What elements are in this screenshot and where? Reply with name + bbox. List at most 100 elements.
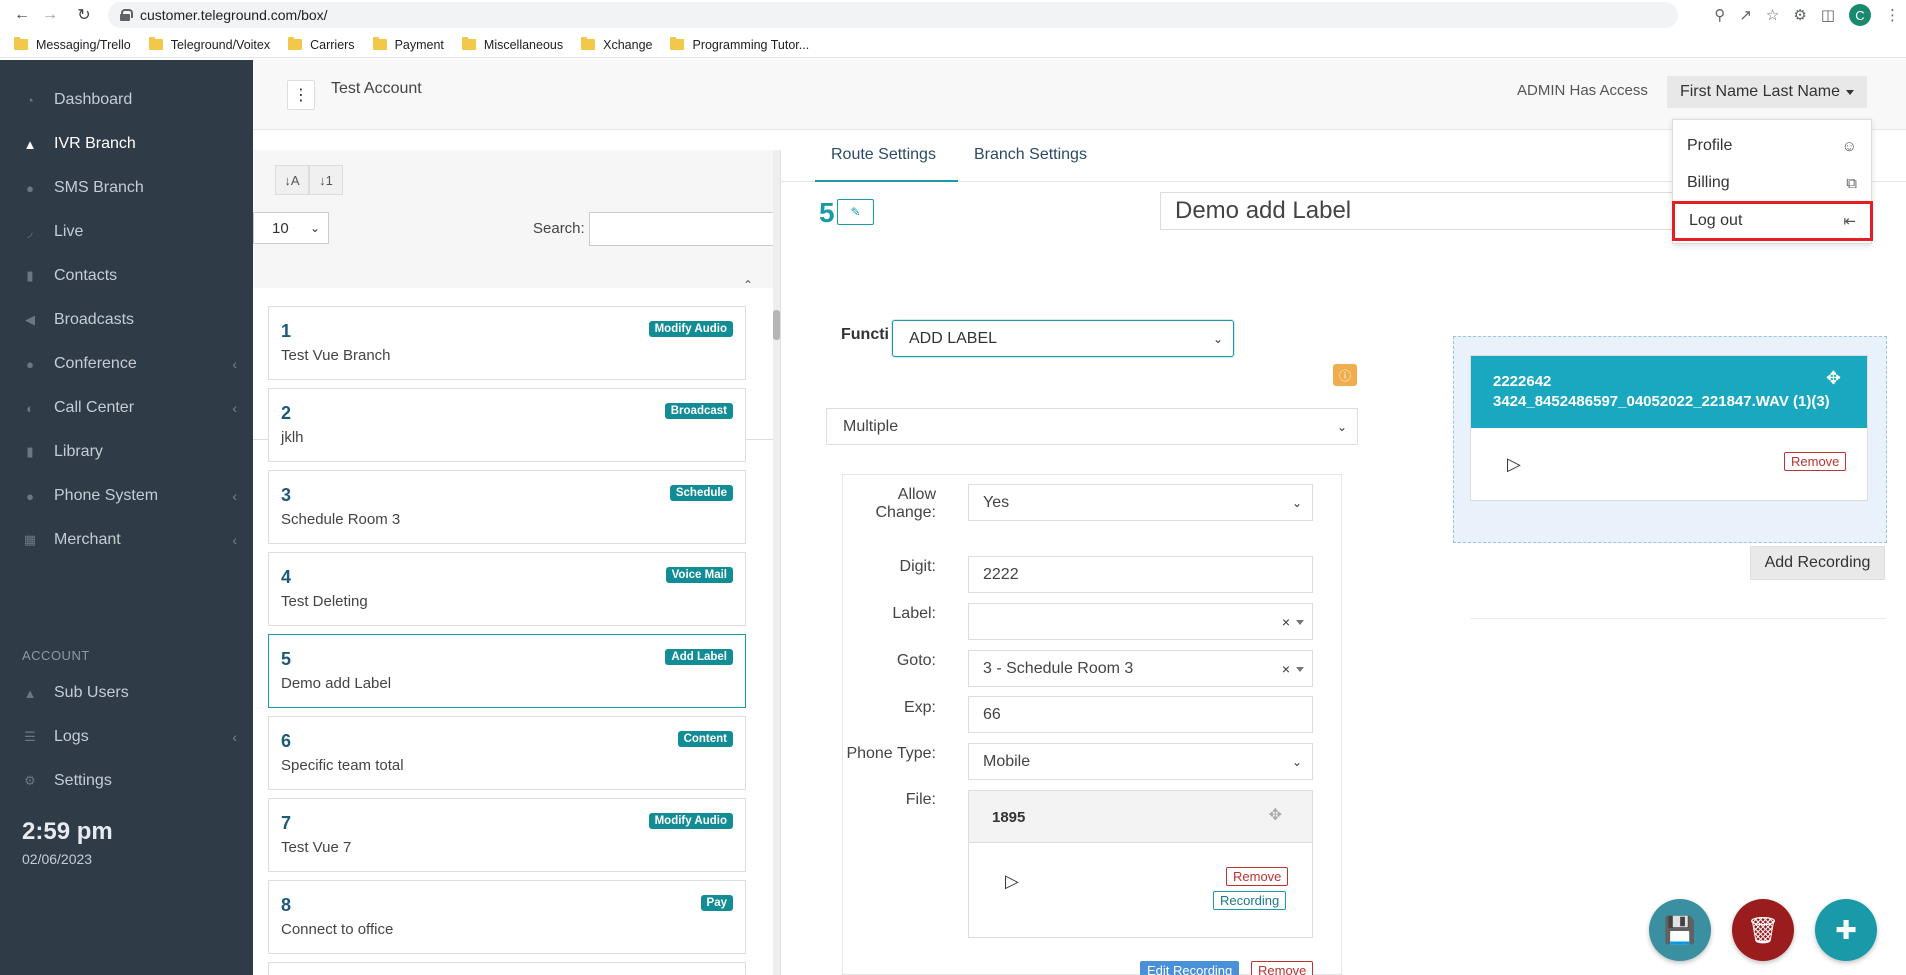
chevron-down-icon: ⌄ <box>1336 419 1347 434</box>
goto-select[interactable]: 3 - Schedule Room 3 × <box>968 650 1313 687</box>
profile-avatar[interactable]: C <box>1849 4 1871 26</box>
function-select[interactable]: ADD LABEL ⌄ <box>892 320 1234 357</box>
billing-icon: ⧉ <box>1846 174 1857 192</box>
bookmarks-bar: Messaging/Trello Teleground/Voitex Carri… <box>0 32 1906 58</box>
menu-item-logout[interactable]: Log out ⇤ <box>1672 201 1873 241</box>
panel-divider <box>780 150 781 975</box>
bookmark-folder[interactable]: Payment <box>372 37 444 52</box>
list-item[interactable]: 7 Test Vue 7 Modify Audio <box>268 798 746 872</box>
sidebar-item-library[interactable]: ▮ Library <box>0 433 253 471</box>
tab-route-settings[interactable]: Route Settings <box>831 146 936 164</box>
sidebar-item-merchant[interactable]: ▦ Merchant ‹ <box>0 521 253 559</box>
edit-route-button[interactable]: ✎ <box>837 199 874 225</box>
plus-icon: ✚ <box>1835 914 1857 945</box>
sidebar-item-logs[interactable]: ☰ Logs ‹ <box>0 718 253 756</box>
share-icon[interactable]: ↗ <box>1739 6 1752 24</box>
clock-date: 02/06/2023 <box>22 851 93 867</box>
bookmark-folder[interactable]: Carriers <box>288 37 355 52</box>
chevron-down-icon: ⌄ <box>1291 754 1302 769</box>
folder-icon <box>581 37 596 50</box>
menu-item-profile[interactable]: Profile ☺ <box>1673 129 1871 163</box>
sidebar-item-settings[interactable]: ⚙ Settings <box>0 762 253 800</box>
sidebar-item-conference[interactable]: ● Conference ‹ <box>0 345 253 383</box>
list-item[interactable]: 1 Test Vue Branch Modify Audio <box>268 306 746 380</box>
remove-file-button[interactable]: Remove <box>1226 867 1289 886</box>
edit-recording-button[interactable]: Edit Recording <box>1140 961 1240 975</box>
sidepanel-icon[interactable]: ◫ <box>1821 6 1835 24</box>
sidebar: ◔ Dashboard ▲ IVR Branch ● SMS Branch ◞ Live… <box>0 60 253 975</box>
tab-branch-settings[interactable]: Branch Settings <box>974 146 1087 164</box>
user-menu-button[interactable]: First Name Last Name <box>1667 76 1867 108</box>
bookmark-folder[interactable]: Teleground/Voitex <box>148 37 270 52</box>
list-item-partial[interactable] <box>268 962 746 975</box>
clear-icon[interactable]: × <box>1282 661 1290 677</box>
search-label: Search: <box>533 220 585 237</box>
list-item[interactable]: 3 Schedule Room 3 Schedule <box>268 470 746 544</box>
sort-desc-button[interactable]: ↓1 <box>309 165 343 195</box>
play-icon[interactable]: ▷ <box>1005 871 1019 892</box>
search-input[interactable] <box>589 212 780 246</box>
back-arrow-icon[interactable]: ← <box>8 1 36 29</box>
reload-icon[interactable]: ↻ <box>70 1 98 29</box>
headset-icon: ◐ <box>26 400 34 416</box>
sidebar-item-contacts[interactable]: ▮ Contacts <box>0 257 253 295</box>
function-badge: Pay <box>700 895 733 911</box>
function-badge: Modify Audio <box>648 813 733 829</box>
digit-input[interactable]: 2222 <box>968 556 1313 593</box>
menu-item-billing[interactable]: Billing ⧉ <box>1673 166 1871 200</box>
sidebar-item-sms-branch[interactable]: ● SMS Branch <box>0 169 253 207</box>
exp-input[interactable]: 66 <box>968 696 1313 733</box>
sort-asc-button[interactable]: ↓A <box>275 165 309 195</box>
scrollbar-thumb[interactable] <box>773 310 780 340</box>
add-recording-button[interactable]: Add Recording <box>1750 546 1885 580</box>
route-label-input[interactable]: Demo add Label <box>1160 192 1680 230</box>
play-icon[interactable]: ▷ <box>1507 454 1521 475</box>
remove-button[interactable]: Remove <box>1251 961 1314 975</box>
star-icon[interactable]: ☆ <box>1766 6 1779 24</box>
bookmark-folder[interactable]: Xchange <box>581 37 652 52</box>
sidebar-item-sub-users[interactable]: ▲ Sub Users <box>0 674 253 712</box>
phone-type-select[interactable]: Mobile ⌄ <box>968 743 1313 780</box>
forward-arrow-icon[interactable]: → <box>36 1 64 29</box>
bookmark-folder[interactable]: Miscellaneous <box>461 37 563 52</box>
menu-dots-icon[interactable]: ⋮ <box>1885 6 1900 24</box>
sidebar-item-broadcasts[interactable]: ◀ Broadcasts <box>0 301 253 339</box>
allow-change-select[interactable]: Yes ⌄ <box>968 484 1313 521</box>
remove-recording-button[interactable]: Remove <box>1784 452 1847 471</box>
logout-icon: ⇤ <box>1843 213 1856 230</box>
address-bar[interactable]: customer.teleground.com/box/ <box>108 2 1678 28</box>
label-select[interactable]: × <box>968 603 1313 640</box>
list-item[interactable]: 8 Connect to office Pay <box>268 880 746 954</box>
list-item-selected[interactable]: 5 Demo add Label Add Label <box>268 634 746 708</box>
move-icon[interactable]: ✥ <box>1826 368 1841 389</box>
chevron-left-icon: ‹ <box>232 488 237 504</box>
zoom-icon[interactable]: ⚲ <box>1714 6 1725 24</box>
move-icon[interactable]: ✥ <box>1269 805 1282 825</box>
list-item[interactable]: 4 Test Deleting Voice Mail <box>268 552 746 626</box>
browser-toolbar: ← → ↻ customer.teleground.com/box/ ⚲ ↗ ☆… <box>0 0 1906 30</box>
sidebar-item-phone-system[interactable]: ● Phone System ‹ <box>0 477 253 515</box>
active-tab-indicator <box>815 180 958 182</box>
recording-button[interactable]: Recording <box>1213 891 1287 910</box>
sort-up-icon[interactable]: ⌃ <box>743 278 753 292</box>
save-button[interactable]: 💾 <box>1649 899 1711 961</box>
list-item[interactable]: 6 Specific team total Content <box>268 716 746 790</box>
sidebar-item-call-center[interactable]: ◐ Call Center ‹ <box>0 389 253 427</box>
extensions-icon[interactable]: ⚙ <box>1793 6 1806 24</box>
mode-select[interactable]: Multiple ⌄ <box>826 408 1358 445</box>
logs-icon: ☰ <box>24 729 36 744</box>
bookmark-folder[interactable]: Programming Tutor... <box>670 37 809 52</box>
sidebar-item-live[interactable]: ◞ Live <box>0 213 253 251</box>
url-text: customer.teleground.com/box/ <box>140 7 328 23</box>
info-icon[interactable]: ⓘ <box>1333 364 1357 386</box>
sidebar-item-dashboard[interactable]: ◔ Dashboard <box>0 81 253 119</box>
add-button[interactable]: ✚ <box>1815 899 1877 961</box>
sidebar-item-ivr-branch[interactable]: ▲ IVR Branch <box>0 125 253 163</box>
scrollbar-track[interactable] <box>773 150 780 975</box>
bookmark-folder[interactable]: Messaging/Trello <box>14 37 131 52</box>
delete-button[interactable]: 🗑 <box>1732 899 1794 961</box>
list-item[interactable]: 2 jklh Broadcast <box>268 388 746 462</box>
clear-icon[interactable]: × <box>1282 614 1290 630</box>
per-page-select[interactable]: 10 ⌄ <box>253 212 329 244</box>
kebab-menu-button[interactable]: ⋮ <box>287 80 315 110</box>
